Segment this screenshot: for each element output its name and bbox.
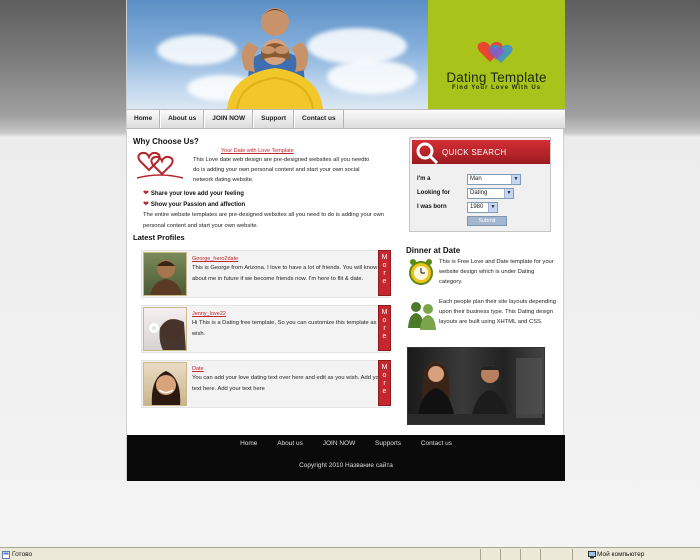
- couple-photo: [227, 8, 323, 109]
- submit-button[interactable]: Submit: [467, 216, 507, 226]
- status-divider: [500, 549, 501, 560]
- birth-year-value: 1980: [470, 204, 484, 210]
- hero-image: [127, 0, 428, 109]
- quick-search-header: QUICK SEARCH: [412, 140, 550, 165]
- profile-photo[interactable]: [143, 307, 187, 351]
- gender-label: I'm a: [417, 176, 431, 182]
- status-divider: [572, 549, 573, 560]
- profile-photo[interactable]: [143, 362, 187, 406]
- dinner-text: Each people plan their site layouts depe…: [439, 299, 556, 325]
- zone-text: Мой компьютер: [597, 551, 645, 558]
- chevron-down-icon: ▼: [504, 189, 513, 198]
- more-label: More: [381, 309, 388, 340]
- profile-name-link[interactable]: Date: [192, 366, 204, 372]
- profile-name-link[interactable]: Jenny_love22: [192, 311, 226, 317]
- dinner-at-date-heading: Dinner at Date: [406, 246, 461, 255]
- status-divider: [480, 549, 481, 560]
- profile-description: Hi This is a Dating free template, So yo…: [192, 320, 388, 337]
- people-icon: [408, 302, 436, 330]
- status-divider: [540, 549, 541, 560]
- computer-icon: [588, 551, 596, 559]
- clock-icon: [409, 259, 433, 285]
- profile-description: You can add your love dating text over h…: [192, 375, 384, 392]
- more-button[interactable]: More: [378, 250, 391, 296]
- profile-photo[interactable]: [143, 252, 187, 296]
- footer-link-contact-us[interactable]: Contact us: [421, 440, 452, 447]
- footer-link-home[interactable]: Home: [240, 440, 257, 447]
- profile-card: Jenny_love22 Hi This is a Dating free te…: [141, 305, 390, 353]
- why-paragraph: The entire website templates are pre-des…: [143, 212, 385, 229]
- hearts-logo-icon: [477, 41, 513, 63]
- status-text: Готово: [12, 551, 33, 558]
- footer-nav: Home About us JOIN NOW Supports Contact …: [127, 440, 565, 447]
- feature-label: Share your love add your feeling: [150, 191, 244, 197]
- more-label: More: [381, 364, 388, 395]
- brand-block: Dating Template Find Your Love With Us: [428, 0, 565, 109]
- birth-year-select[interactable]: 1980 ▼: [467, 202, 498, 213]
- looking-for-select[interactable]: Dating ▼: [467, 188, 514, 199]
- gender-value: Man: [470, 176, 482, 182]
- nav-home[interactable]: Home: [127, 110, 161, 128]
- gender-select[interactable]: Man ▼: [467, 174, 521, 185]
- profile-card: Date You can add your love dating text o…: [141, 360, 390, 408]
- feature-label: Show your Passion and affection: [150, 202, 246, 208]
- status-divider: [520, 549, 521, 560]
- profile-description: This is George from Arizona. I love to h…: [192, 265, 378, 282]
- chevron-down-icon: ▼: [488, 203, 497, 212]
- dinner-text: This is Free Love and Date template for …: [439, 259, 554, 285]
- hearts-icon: [136, 151, 184, 179]
- site-tagline: Find Your Love With Us: [451, 85, 542, 91]
- nav-contact-us[interactable]: Contact us: [294, 110, 344, 128]
- more-label: More: [381, 254, 388, 285]
- quick-search-title: QUICK SEARCH: [442, 148, 507, 157]
- quick-search-panel: QUICK SEARCH I'm a Man ▼ Looking for Dat…: [409, 137, 551, 232]
- looking-for-value: Dating: [470, 190, 488, 196]
- nav-support[interactable]: Support: [253, 110, 295, 128]
- more-button[interactable]: More: [378, 305, 391, 351]
- more-button[interactable]: More: [378, 360, 391, 406]
- heart-bullet-icon: ❤: [143, 201, 149, 208]
- main-nav: Home About us JOIN NOW Support Contact u…: [127, 109, 565, 129]
- feature-item: ❤ Share your love add your feeling: [143, 189, 244, 197]
- chevron-down-icon: ▼: [511, 175, 520, 184]
- website-page: Dating Template Find Your Love With Us H…: [126, 0, 565, 481]
- couple-dinner-photo: [407, 347, 545, 425]
- looking-for-label: Looking for: [417, 190, 450, 196]
- heart-bullet-icon: ❤: [143, 190, 149, 197]
- footer: Home About us JOIN NOW Supports Contact …: [127, 435, 565, 481]
- browser-status-bar: Готово Мой компьютер: [0, 547, 700, 560]
- nav-join-now[interactable]: JOIN NOW: [204, 110, 254, 128]
- footer-link-supports[interactable]: Supports: [375, 440, 401, 447]
- why-choose-us-heading: Why Choose Us?: [133, 137, 199, 146]
- profile-name-link[interactable]: George_hero2date: [192, 256, 238, 262]
- nav-about-us[interactable]: About us: [160, 110, 205, 128]
- site-title: Dating Template: [446, 70, 547, 85]
- why-link[interactable]: Your Date with Love Template: [221, 148, 294, 154]
- feature-item: ❤ Show your Passion and affection: [143, 200, 245, 208]
- magnifier-icon: [416, 142, 439, 165]
- footer-link-join-now[interactable]: JOIN NOW: [323, 440, 356, 447]
- latest-profiles-heading: Latest Profiles: [133, 233, 185, 242]
- profile-card: George_hero2date This is George from Ari…: [141, 250, 390, 298]
- page-icon: [2, 551, 10, 559]
- copyright-text: Copyright 2010 Название сайта: [299, 462, 393, 469]
- birth-year-label: I was born: [417, 204, 447, 210]
- footer-link-about-us[interactable]: About us: [277, 440, 303, 447]
- why-text: This Love date web design are pre-design…: [193, 157, 370, 183]
